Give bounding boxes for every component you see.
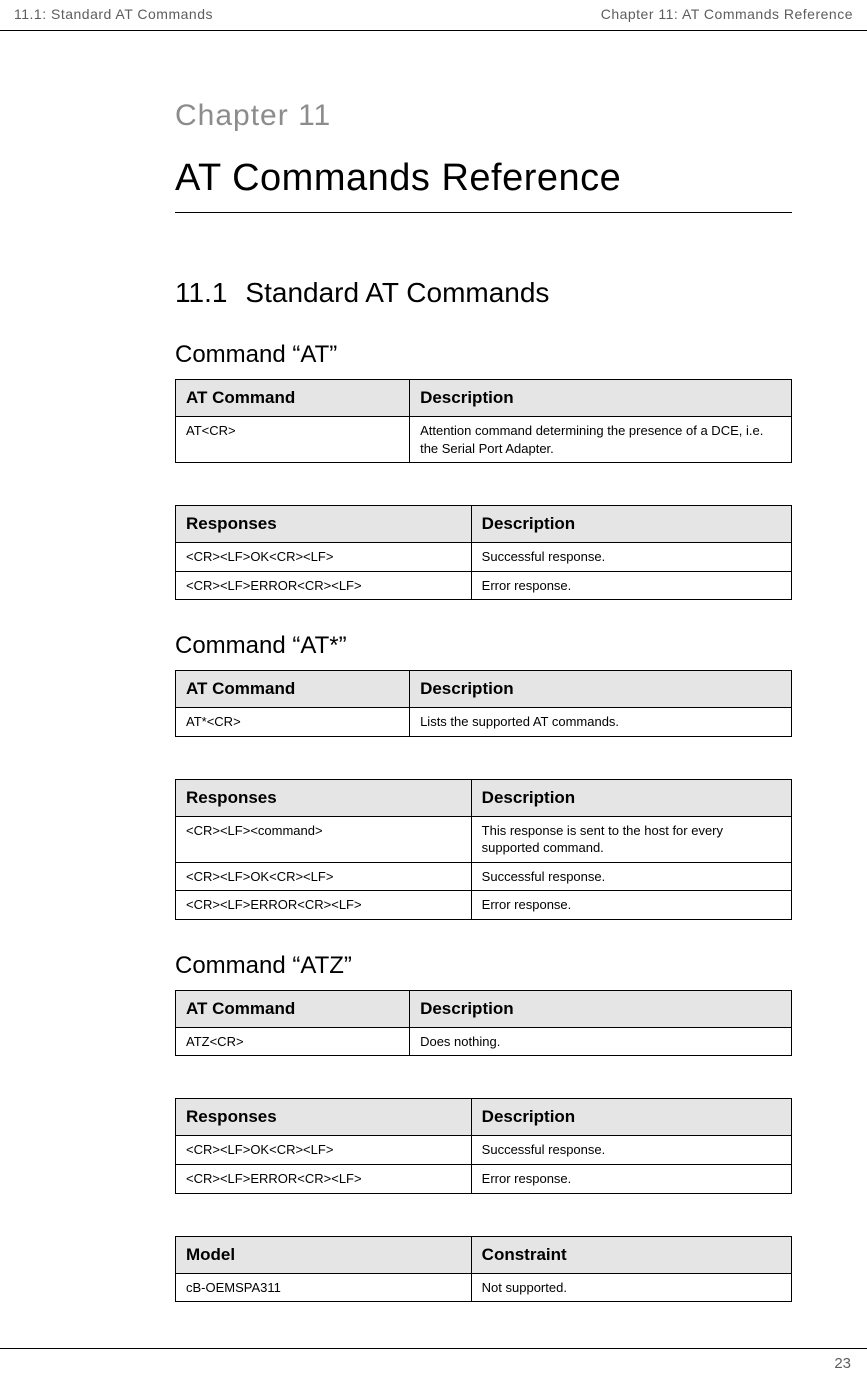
cell-response: <CR><LF>ERROR<CR><LF> <box>176 891 472 920</box>
cell-description: Successful response. <box>471 543 791 572</box>
command-heading-at: Command “AT” <box>175 341 792 369</box>
table-row: ATZ<CR> Does nothing. <box>176 1027 792 1056</box>
table-row: <CR><LF>OK<CR><LF> Successful response. <box>176 543 792 572</box>
cell-constraint: Not supported. <box>471 1273 791 1302</box>
cell-command: ATZ<CR> <box>176 1027 410 1056</box>
atz-command-table: AT Command Description ATZ<CR> Does noth… <box>175 990 792 1057</box>
cell-model: cB-OEMSPA311 <box>176 1273 472 1302</box>
col-responses: Responses <box>176 506 472 543</box>
col-constraint: Constraint <box>471 1236 791 1273</box>
header-left: 11.1: Standard AT Commands <box>14 6 213 22</box>
table-header-row: Responses Description <box>176 779 792 816</box>
cell-response: <CR><LF>OK<CR><LF> <box>176 543 472 572</box>
col-at-command: AT Command <box>176 671 410 708</box>
command-heading-atz: Command “ATZ” <box>175 952 792 980</box>
content-area: Chapter 11 AT Commands Reference 11.1 Sta… <box>0 99 867 1302</box>
col-description: Description <box>410 990 792 1027</box>
atstar-command-table: AT Command Description AT*<CR> Lists the… <box>175 670 792 737</box>
table-row: <CR><LF>OK<CR><LF> Successful response. <box>176 1136 792 1165</box>
table-header-row: AT Command Description <box>176 990 792 1027</box>
section-number: 11.1 <box>175 277 227 309</box>
atz-responses-table: Responses Description <CR><LF>OK<CR><LF>… <box>175 1098 792 1193</box>
spacer <box>175 1076 792 1098</box>
cell-response: <CR><LF>OK<CR><LF> <box>176 862 472 891</box>
cell-response: <CR><LF>ERROR<CR><LF> <box>176 1165 472 1194</box>
cell-description: Error response. <box>471 571 791 600</box>
section-heading: 11.1 Standard AT Commands <box>175 277 792 309</box>
cell-response: <CR><LF><command> <box>176 816 472 862</box>
table-row: <CR><LF>ERROR<CR><LF> Error response. <box>176 1165 792 1194</box>
cell-command: AT<CR> <box>176 417 410 463</box>
col-description: Description <box>471 1099 791 1136</box>
running-header: 11.1: Standard AT Commands Chapter 11: A… <box>0 0 867 31</box>
table-header-row: AT Command Description <box>176 380 792 417</box>
spacer <box>175 757 792 779</box>
col-at-command: AT Command <box>176 380 410 417</box>
at-responses-table: Responses Description <CR><LF>OK<CR><LF>… <box>175 505 792 600</box>
cell-response: <CR><LF>ERROR<CR><LF> <box>176 571 472 600</box>
page-number: 23 <box>834 1355 851 1372</box>
header-right: Chapter 11: AT Commands Reference <box>601 6 853 22</box>
table-row: <CR><LF>ERROR<CR><LF> Error response. <box>176 891 792 920</box>
page: 11.1: Standard AT Commands Chapter 11: A… <box>0 0 867 1382</box>
table-row: <CR><LF><command> This response is sent … <box>176 816 792 862</box>
atstar-responses-table: Responses Description <CR><LF><command> … <box>175 779 792 920</box>
col-model: Model <box>176 1236 472 1273</box>
section-name: Standard AT Commands <box>245 277 549 308</box>
at-command-table: AT Command Description AT<CR> Attention … <box>175 379 792 463</box>
cell-response: <CR><LF>OK<CR><LF> <box>176 1136 472 1165</box>
table-row: AT<CR> Attention command determining the… <box>176 417 792 463</box>
col-description: Description <box>410 380 792 417</box>
col-description: Description <box>471 779 791 816</box>
cell-description: This response is sent to the host for ev… <box>471 816 791 862</box>
table-row: cB-OEMSPA311 Not supported. <box>176 1273 792 1302</box>
cell-description: Successful response. <box>471 1136 791 1165</box>
table-row: <CR><LF>ERROR<CR><LF> Error response. <box>176 571 792 600</box>
spacer <box>175 483 792 505</box>
chapter-title: AT Commands Reference <box>175 157 792 213</box>
cell-description: Successful response. <box>471 862 791 891</box>
command-heading-atstar: Command “AT*” <box>175 632 792 660</box>
table-header-row: Responses Description <box>176 506 792 543</box>
atz-model-table: Model Constraint cB-OEMSPA311 Not suppor… <box>175 1236 792 1303</box>
chapter-label: Chapter 11 <box>175 99 792 133</box>
table-header-row: Responses Description <box>176 1099 792 1136</box>
table-header-row: Model Constraint <box>176 1236 792 1273</box>
table-row: AT*<CR> Lists the supported AT commands. <box>176 708 792 737</box>
col-at-command: AT Command <box>176 990 410 1027</box>
cell-command: AT*<CR> <box>176 708 410 737</box>
cell-description: Attention command determining the presen… <box>410 417 792 463</box>
cell-description: Error response. <box>471 1165 791 1194</box>
spacer <box>175 1214 792 1236</box>
table-row: <CR><LF>OK<CR><LF> Successful response. <box>176 862 792 891</box>
cell-description: Lists the supported AT commands. <box>410 708 792 737</box>
col-responses: Responses <box>176 1099 472 1136</box>
cell-description: Does nothing. <box>410 1027 792 1056</box>
cell-description: Error response. <box>471 891 791 920</box>
table-header-row: AT Command Description <box>176 671 792 708</box>
col-description: Description <box>471 506 791 543</box>
col-description: Description <box>410 671 792 708</box>
col-responses: Responses <box>176 779 472 816</box>
page-footer: 23 <box>0 1348 867 1382</box>
